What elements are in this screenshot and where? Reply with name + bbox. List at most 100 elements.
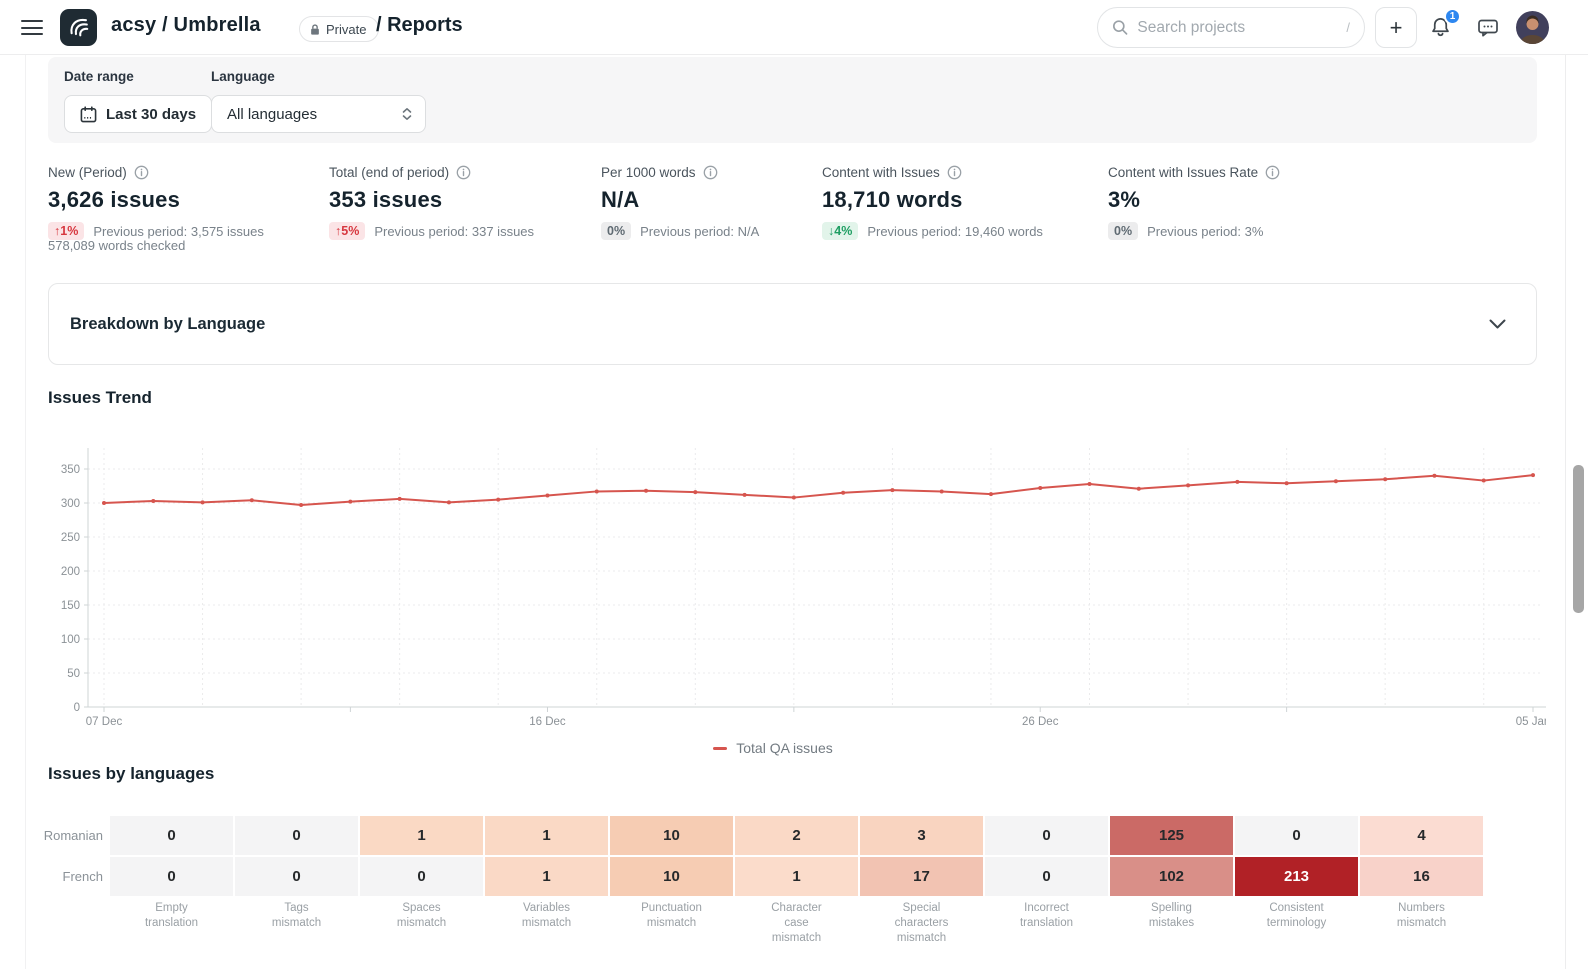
svg-text:07 Dec: 07 Dec	[86, 716, 123, 728]
info-icon[interactable]	[134, 165, 149, 180]
svg-text:16 Dec: 16 Dec	[529, 716, 566, 728]
stats-row: New (Period)3,626 issues↑1%Previous peri…	[48, 163, 1537, 258]
heatmap-row-labels: RomanianFrench	[0, 816, 103, 898]
breadcrumb-section: / Reports	[376, 14, 463, 37]
heatmap-cell: 213	[1235, 857, 1358, 896]
stat-value: 18,710 words	[822, 187, 1043, 213]
stat-label: Total (end of period)	[329, 163, 534, 181]
stat-card: Content with Issues Rate3%0%Previous per…	[1108, 163, 1280, 240]
search-icon	[1112, 19, 1128, 36]
notifications-button[interactable]: 1	[1429, 15, 1455, 41]
scrollbar-thumb[interactable]	[1573, 465, 1584, 613]
stat-label-text: Content with Issues Rate	[1108, 165, 1258, 180]
heatmap-column-labels: Empty translationTags mismatchSpaces mis…	[110, 901, 1483, 946]
stat-change-badge: ↑5%	[329, 222, 365, 240]
search-input[interactable]	[1137, 19, 1337, 37]
search-shortcut-hint: /	[1346, 20, 1350, 35]
svg-text:150: 150	[61, 600, 80, 612]
heatmap-column-label: Variables mismatch	[485, 901, 608, 946]
heatmap-cell: 2	[735, 816, 858, 855]
breadcrumb-project[interactable]: acsy / Umbrella	[111, 14, 261, 37]
lock-icon	[309, 23, 321, 36]
issues-trend-heading: Issues Trend	[48, 388, 152, 408]
heatmap-column-label: Empty translation	[110, 901, 233, 946]
feedback-button[interactable]	[1477, 17, 1498, 38]
stat-previous-text: Previous period: N/A	[640, 224, 759, 239]
stat-previous-text: Previous period: 3%	[1147, 224, 1263, 239]
heatmap-row-label: French	[0, 857, 103, 896]
info-icon[interactable]	[947, 165, 962, 180]
stat-label-text: Per 1000 words	[601, 165, 696, 180]
stat-value: N/A	[601, 187, 759, 213]
heatmap-cell: 17	[860, 857, 983, 896]
svg-text:26 Dec: 26 Dec	[1022, 716, 1059, 728]
stat-label-text: New (Period)	[48, 165, 127, 180]
stat-previous-text: Previous period: 3,575 issues	[93, 224, 264, 239]
add-project-button[interactable]: +	[1375, 7, 1417, 48]
stat-label-text: Content with Issues	[822, 165, 940, 180]
date-range-value: Last 30 days	[106, 106, 196, 123]
breakdown-by-language-panel[interactable]: Breakdown by Language	[48, 283, 1537, 365]
issues-by-languages-heading: Issues by languages	[48, 764, 214, 784]
heatmap-column-label: Punctuation mismatch	[610, 901, 733, 946]
svg-text:100: 100	[61, 634, 80, 646]
user-avatar[interactable]	[1516, 11, 1549, 44]
language-select-value: All languages	[227, 106, 317, 123]
info-icon[interactable]	[703, 165, 718, 180]
stat-value: 3,626 issues	[48, 187, 264, 213]
svg-text:200: 200	[61, 566, 80, 578]
stat-previous-row: ↑5%Previous period: 337 issues	[329, 222, 534, 240]
legend-series-label: Total QA issues	[736, 740, 833, 756]
heatmap-cell: 1	[735, 857, 858, 896]
stat-previous-text: Previous period: 19,460 words	[867, 224, 1043, 239]
info-icon[interactable]	[1265, 165, 1280, 180]
heatmap-cell: 0	[235, 816, 358, 855]
heatmap-cell: 3	[860, 816, 983, 855]
privacy-badge-label: Private	[326, 22, 366, 37]
search-box[interactable]: /	[1097, 7, 1365, 48]
heatmap-cell: 125	[1110, 816, 1233, 855]
heatmap-cell: 0	[235, 857, 358, 896]
filter-bar: Date range Last 30 days Language All lan…	[48, 57, 1537, 143]
stat-card: Per 1000 wordsN/A0%Previous period: N/A	[601, 163, 759, 240]
heatmap-column-label: Spelling mistakes	[1110, 901, 1233, 946]
app-logo[interactable]	[60, 9, 97, 46]
stat-label: Content with Issues Rate	[1108, 163, 1280, 181]
stat-label-text: Total (end of period)	[329, 165, 449, 180]
svg-text:0: 0	[74, 702, 80, 714]
logo-swirl-icon	[66, 15, 92, 41]
avatar-image	[1516, 11, 1549, 44]
calendar-icon	[80, 106, 97, 123]
info-icon[interactable]	[456, 165, 471, 180]
heatmap-cell: 4	[1360, 816, 1483, 855]
heatmap-column-label: Character case mismatch	[735, 901, 858, 946]
heatmap-cell: 1	[485, 857, 608, 896]
stat-card: Total (end of period) 353 issues ↑5%Previo…	[329, 163, 534, 240]
heatmap-column-label: Incorrect translation	[985, 901, 1108, 946]
heatmap-cell: 0	[1235, 816, 1358, 855]
issues-trend-chart: 05010015020025030035007 Dec16 Dec26 Dec0…	[0, 440, 1546, 740]
stat-value: 353 issues	[329, 187, 534, 213]
heatmap-cell: 102	[1110, 857, 1233, 896]
heatmap-grid: 00111023012504000110117010221316	[110, 816, 1483, 896]
heatmap-column-label: Special characters mismatch	[860, 901, 983, 946]
chat-icon	[1477, 17, 1499, 39]
chevron-down-icon	[1489, 319, 1506, 330]
heatmap-cell: 0	[110, 816, 233, 855]
stat-card: New (Period)3,626 issues↑1%Previous peri…	[48, 163, 264, 240]
stat-card: Content with Issues 18,710 words ↓4% Previo…	[822, 163, 1043, 240]
heatmap-cell: 1	[360, 816, 483, 855]
notification-count-badge: 1	[1444, 8, 1461, 25]
stat-previous-row: ↓4% Previous period: 19,460 words	[822, 222, 1043, 240]
heatmap-cell: 16	[1360, 857, 1483, 896]
stat-label: Content with Issues	[822, 163, 1043, 181]
heatmap-cell: 0	[110, 857, 233, 896]
heatmap-cell: 0	[985, 816, 1108, 855]
chart-legend[interactable]: Total QA issues	[0, 740, 1546, 756]
date-range-button[interactable]: Last 30 days	[64, 95, 212, 133]
hamburger-menu-icon[interactable]	[21, 20, 43, 35]
stat-extra-text: 578,089 words checked	[48, 238, 185, 253]
stat-change-badge: ↓4%	[822, 222, 858, 240]
language-select[interactable]: All languages	[211, 95, 426, 133]
language-label: Language	[211, 69, 275, 84]
